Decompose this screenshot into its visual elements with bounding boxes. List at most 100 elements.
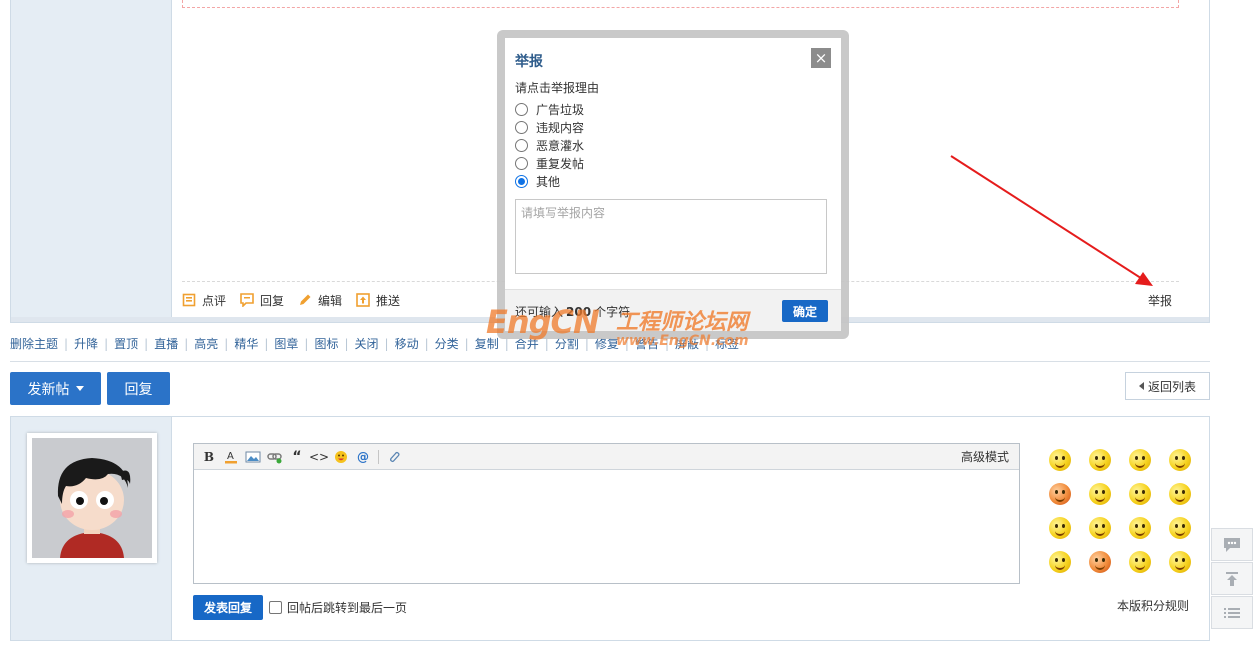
- report-option-label: 广告垃圾: [536, 102, 585, 117]
- report-dialog-title: 举报: [515, 54, 543, 70]
- smiley-icon[interactable]: [1129, 449, 1151, 471]
- report-option[interactable]: 恶意灌水: [515, 136, 584, 154]
- remaining-chars: 还可输入 200 个字符: [515, 303, 630, 320]
- cartoon-avatar-icon: [32, 438, 152, 558]
- jump-checkbox[interactable]: [269, 601, 282, 614]
- smiley-icon[interactable]: [1129, 551, 1151, 573]
- emoji-button[interactable]: [330, 448, 352, 466]
- smiley-icon[interactable]: [1049, 517, 1071, 539]
- moderation-item[interactable]: 精华: [234, 335, 258, 352]
- smiley-icon[interactable]: [1049, 483, 1071, 505]
- reply-action[interactable]: 回复: [240, 292, 284, 309]
- smiley-icon[interactable]: [1169, 483, 1191, 505]
- code-button[interactable]: <>: [308, 448, 330, 466]
- bold-button[interactable]: B: [198, 448, 220, 466]
- list-icon: [1224, 607, 1240, 618]
- image-button[interactable]: [242, 448, 264, 466]
- report-dialog: 举报 × 请点击举报理由 广告垃圾违规内容恶意灌水重复发帖其他 还可输入200个…: [505, 38, 841, 331]
- link-button[interactable]: [264, 448, 286, 466]
- jump-to-last-page-option[interactable]: 回帖后跳转到最后一页: [269, 599, 407, 616]
- moderation-item[interactable]: 移动: [395, 335, 419, 352]
- moderation-item[interactable]: 复制: [475, 335, 499, 352]
- report-radio[interactable]: [515, 156, 528, 170]
- back-to-list-button[interactable]: 返回列表: [1125, 372, 1210, 400]
- moderation-separator: |: [344, 336, 349, 351]
- close-icon[interactable]: ×: [811, 48, 831, 68]
- editor-toolbar: B A “ <> @ 高级模式: [194, 444, 1019, 470]
- advanced-mode-link[interactable]: 高级模式: [961, 448, 1009, 465]
- smiley-icon[interactable]: [1089, 483, 1111, 505]
- edit-action[interactable]: 编辑: [298, 292, 342, 309]
- moderation-item[interactable]: 关闭: [355, 335, 379, 352]
- new-post-button[interactable]: 发新帖: [10, 372, 101, 405]
- reply-textarea[interactable]: [194, 470, 1019, 583]
- quote-button[interactable]: “: [286, 448, 308, 466]
- smiley-icon[interactable]: [1049, 551, 1071, 573]
- report-option[interactable]: 广告垃圾: [515, 100, 584, 118]
- comment-action[interactable]: 点评: [182, 292, 226, 309]
- smiley-icon[interactable]: [1169, 517, 1191, 539]
- report-option[interactable]: 违规内容: [515, 118, 584, 136]
- smiley-icon[interactable]: [1169, 551, 1191, 573]
- moderation-item[interactable]: 删除主题: [10, 335, 58, 352]
- new-post-label: 发新帖: [27, 381, 70, 398]
- report-option[interactable]: 其他: [515, 172, 584, 190]
- svg-text:A: A: [227, 451, 234, 462]
- report-radio[interactable]: [515, 174, 528, 188]
- report-option-label: 恶意灌水: [536, 138, 585, 153]
- report-radio[interactable]: [515, 102, 528, 116]
- smiley-panel: [1049, 449, 1191, 573]
- reply-bubble-icon: [240, 293, 254, 307]
- report-radio[interactable]: [515, 138, 528, 152]
- push-action[interactable]: 推送: [356, 292, 400, 309]
- post-actions: 点评 回复 编辑 推送: [182, 291, 414, 309]
- report-radio[interactable]: [515, 120, 528, 134]
- comment-icon: [182, 293, 196, 307]
- moderation-item[interactable]: 置顶: [114, 335, 138, 352]
- moderation-separator: |: [144, 336, 149, 351]
- submit-reply-button[interactable]: 发表回复: [193, 595, 263, 620]
- moderation-separator: |: [64, 336, 69, 351]
- smiley-icon[interactable]: [1129, 517, 1151, 539]
- moderation-item[interactable]: 升降: [74, 335, 98, 352]
- smiley-icon[interactable]: [1169, 449, 1191, 471]
- moderation-item[interactable]: 图标: [314, 335, 338, 352]
- list-float-button[interactable]: [1211, 596, 1253, 629]
- chat-bubble-icon: [1224, 537, 1240, 552]
- post-author-sidebar: [11, 0, 172, 322]
- smiley-icon: [335, 450, 347, 463]
- remaining-suffix: 个字符: [594, 305, 631, 319]
- credit-rules-link[interactable]: 本版积分规则: [1117, 597, 1189, 614]
- report-prompt: 请点击举报理由: [515, 81, 600, 95]
- smiley-icon[interactable]: [1089, 517, 1111, 539]
- reply-button[interactable]: 回复: [107, 372, 170, 405]
- attachment-button[interactable]: [383, 448, 405, 466]
- paperclip-icon: [389, 451, 400, 462]
- push-icon: [356, 293, 370, 307]
- font-color-button[interactable]: A: [220, 448, 242, 466]
- report-option[interactable]: 重复发帖: [515, 154, 584, 172]
- pencil-icon: [300, 294, 311, 305]
- back-to-top-button[interactable]: [1211, 562, 1253, 595]
- reply-editor: B A “ <> @ 高级模式: [193, 443, 1020, 584]
- smiley-icon[interactable]: [1129, 483, 1151, 505]
- report-link[interactable]: 举报: [1148, 292, 1172, 309]
- post-content-border: [182, 0, 1179, 8]
- remaining-prefix: 还可输入: [515, 305, 564, 319]
- moderation-item[interactable]: 图章: [274, 335, 298, 352]
- moderation-item[interactable]: 高亮: [194, 335, 218, 352]
- quick-reply-float-button[interactable]: [1211, 528, 1253, 561]
- smiley-icon[interactable]: [1089, 551, 1111, 573]
- smiley-icon[interactable]: [1089, 449, 1111, 471]
- arrow-up-icon: [1226, 571, 1238, 586]
- moderation-item[interactable]: 直播: [154, 335, 178, 352]
- report-option-label: 其他: [536, 174, 561, 189]
- moderation-item[interactable]: 分类: [435, 335, 459, 352]
- report-content-input[interactable]: [515, 199, 827, 274]
- mention-button[interactable]: @: [352, 448, 374, 466]
- smiley-icon[interactable]: [1049, 449, 1071, 471]
- confirm-button[interactable]: 确定: [782, 300, 828, 322]
- reply-author-sidebar: [11, 417, 172, 640]
- toolbar-separator: [378, 449, 379, 464]
- moderation-separator: |: [104, 336, 109, 351]
